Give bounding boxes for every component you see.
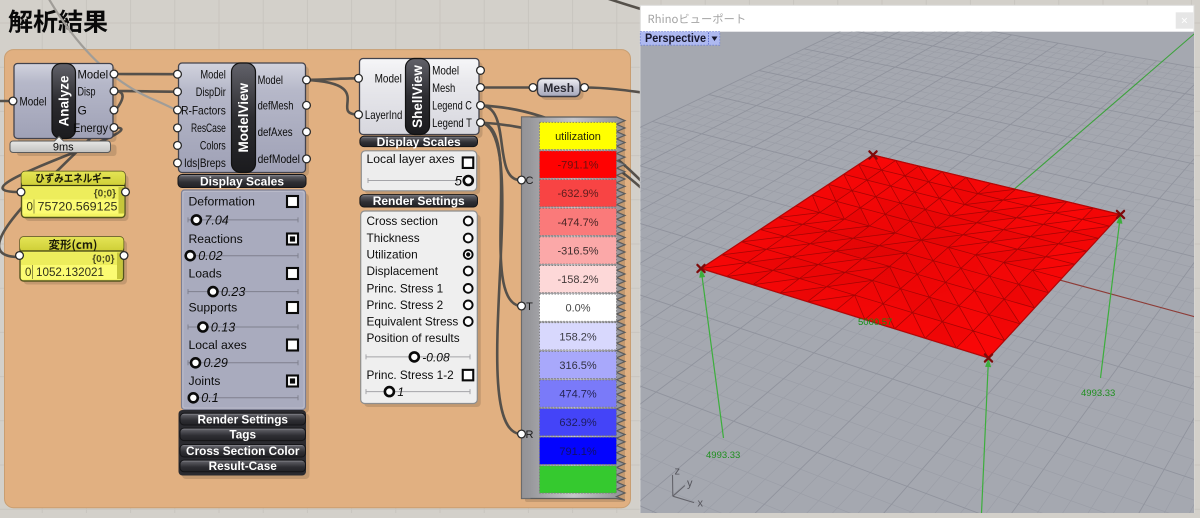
- svg-text:Position of results: Position of results: [367, 331, 460, 345]
- svg-text:Display Scales: Display Scales: [200, 174, 284, 188]
- svg-text:defModel: defModel: [258, 152, 300, 166]
- svg-text:791.1%: 791.1%: [559, 446, 597, 458]
- svg-text:9ms: 9ms: [53, 142, 74, 154]
- svg-text:×: ×: [1181, 14, 1188, 28]
- svg-text:Render Settings: Render Settings: [198, 412, 289, 426]
- svg-text:Result-Case: Result-Case: [209, 459, 278, 473]
- svg-text:Local axes: Local axes: [189, 338, 247, 352]
- svg-text:ResCase: ResCase: [191, 121, 226, 135]
- svg-text:Utilization: Utilization: [367, 248, 418, 262]
- svg-text:5: 5: [454, 173, 462, 188]
- svg-text:474.7%: 474.7%: [559, 389, 597, 401]
- svg-text:-158.2%: -158.2%: [558, 274, 599, 286]
- svg-text:{0;0}: {0;0}: [92, 254, 114, 265]
- svg-text:Joints: Joints: [189, 374, 221, 388]
- svg-text:5000.57: 5000.57: [858, 317, 892, 328]
- svg-text:Mesh: Mesh: [543, 81, 574, 95]
- svg-text:Disp: Disp: [78, 85, 96, 99]
- svg-text:Deformation: Deformation: [189, 195, 255, 209]
- svg-text:75720.569125: 75720.569125: [38, 202, 118, 214]
- svg-text:Princ. Stress 2: Princ. Stress 2: [367, 298, 444, 312]
- svg-text:utilization: utilization: [555, 131, 601, 143]
- svg-text:-791.1%: -791.1%: [558, 160, 599, 172]
- svg-text:0.23: 0.23: [221, 285, 245, 299]
- svg-text:Thickness: Thickness: [367, 231, 420, 245]
- svg-text:0.13: 0.13: [211, 320, 235, 334]
- svg-text:0.0%: 0.0%: [565, 303, 590, 315]
- svg-text:4993.33: 4993.33: [1081, 388, 1115, 399]
- svg-text:Model: Model: [200, 68, 225, 82]
- svg-text:1: 1: [397, 385, 404, 399]
- svg-text:Render Settings: Render Settings: [373, 194, 465, 208]
- svg-text:-474.7%: -474.7%: [558, 217, 599, 229]
- svg-text:Analyze: Analyze: [56, 75, 71, 127]
- svg-text:Princ. Stress 1-2: Princ. Stress 1-2: [367, 368, 454, 382]
- svg-text:Cross Section Color: Cross Section Color: [186, 444, 300, 458]
- svg-text:G: G: [78, 104, 87, 118]
- svg-text:LayerInd: LayerInd: [365, 108, 402, 122]
- svg-text:R-Factors: R-Factors: [181, 103, 226, 117]
- svg-text:Displacement: Displacement: [367, 264, 439, 278]
- svg-text:0.02: 0.02: [198, 249, 222, 263]
- svg-text:y: y: [687, 478, 693, 490]
- svg-text:Princ. Stress 1: Princ. Stress 1: [367, 282, 444, 296]
- svg-text:Perspective: Perspective: [645, 31, 706, 45]
- svg-text:Model: Model: [78, 68, 109, 82]
- svg-text:Reactions: Reactions: [189, 232, 243, 246]
- svg-text:defMesh: defMesh: [258, 99, 294, 113]
- svg-text:Model: Model: [258, 73, 283, 87]
- svg-text:Loads: Loads: [189, 267, 222, 281]
- svg-text:Model: Model: [375, 72, 402, 86]
- svg-text:DispDir: DispDir: [196, 85, 226, 99]
- svg-text:Legend C: Legend C: [432, 99, 472, 113]
- svg-text:Model: Model: [432, 64, 459, 78]
- svg-text:Local layer axes: Local layer axes: [367, 152, 455, 166]
- svg-text:316.5%: 316.5%: [559, 360, 597, 372]
- svg-text:Display Scales: Display Scales: [377, 135, 461, 149]
- svg-text:Tags: Tags: [229, 428, 256, 442]
- svg-text:0.1: 0.1: [201, 391, 218, 405]
- svg-text:-316.5%: -316.5%: [558, 245, 599, 257]
- svg-text:Legend T: Legend T: [432, 116, 472, 130]
- svg-text:Model: Model: [20, 95, 47, 109]
- svg-text:Cross section: Cross section: [367, 214, 438, 228]
- svg-text:ModelView: ModelView: [236, 82, 251, 152]
- svg-text:T: T: [526, 301, 533, 313]
- svg-text:{0;0}: {0;0}: [94, 189, 116, 200]
- svg-text:ShellView: ShellView: [410, 65, 425, 128]
- svg-text:Supports: Supports: [189, 301, 238, 315]
- svg-text:C: C: [526, 175, 534, 187]
- svg-text:0.29: 0.29: [204, 356, 228, 370]
- svg-text:0: 0: [27, 202, 33, 214]
- svg-text:-0.08: -0.08: [422, 350, 450, 364]
- svg-text:7.04: 7.04: [204, 213, 228, 227]
- svg-text:632.9%: 632.9%: [559, 417, 597, 429]
- svg-text:Energy: Energy: [73, 121, 108, 135]
- svg-text:1052.132021: 1052.132021: [36, 267, 104, 279]
- svg-text:-632.9%: -632.9%: [558, 188, 599, 200]
- svg-text:158.2%: 158.2%: [559, 331, 597, 343]
- svg-text:Colors: Colors: [200, 139, 226, 153]
- svg-text:0: 0: [25, 267, 31, 279]
- svg-text:4993.33: 4993.33: [706, 450, 740, 461]
- svg-text:z: z: [675, 466, 681, 478]
- svg-text:defAxes: defAxes: [258, 125, 293, 139]
- svg-text:Mesh: Mesh: [432, 81, 455, 95]
- svg-text:Ids|Breps: Ids|Breps: [184, 156, 226, 170]
- svg-text:Equivalent Stress: Equivalent Stress: [367, 315, 459, 329]
- svg-text:R: R: [526, 429, 534, 441]
- svg-text:x: x: [698, 498, 704, 510]
